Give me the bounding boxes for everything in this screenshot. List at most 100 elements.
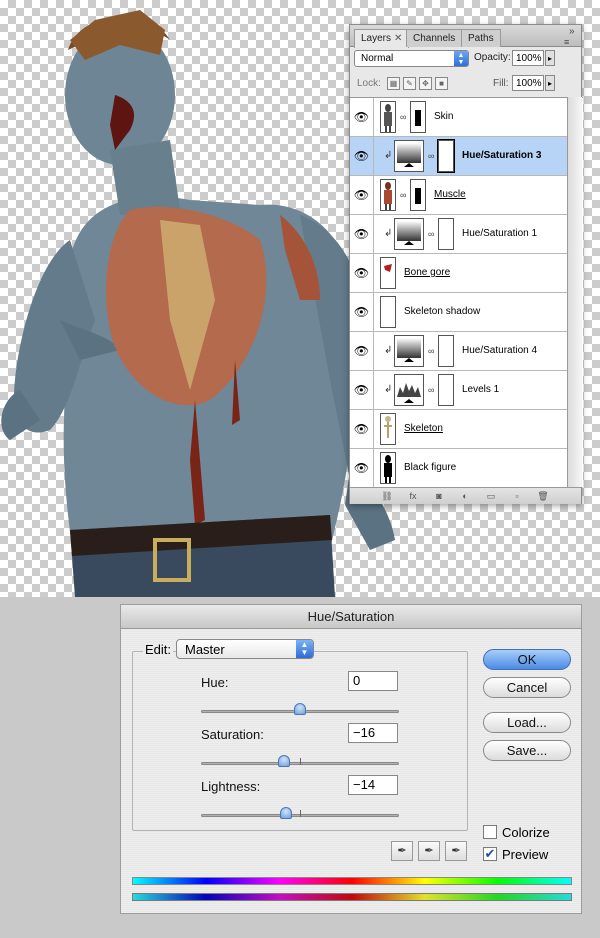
layer-row[interactable]: 👁 ↲ ∞ Hue/Saturation 3 xyxy=(350,137,567,176)
layer-row[interactable]: 👁 Skeleton xyxy=(350,410,567,449)
layer-name: Hue/Saturation 3 xyxy=(462,150,542,161)
input-color-spectrum xyxy=(132,877,572,885)
tab-layers[interactable]: Layers ✕ xyxy=(354,29,410,48)
saturation-slider-thumb[interactable] xyxy=(278,755,291,767)
layer-row[interactable]: 👁 ↲ ∞ Levels 1 xyxy=(350,371,567,410)
layer-row[interactable]: 👁 ↲ ∞ Hue/Saturation 1 xyxy=(350,215,567,254)
folder-icon[interactable]: ▭ xyxy=(484,490,498,502)
mask-link-icon[interactable]: ∞ xyxy=(428,385,434,395)
lock-image-icon[interactable]: ✎ xyxy=(403,77,416,90)
lightness-field[interactable]: −14 xyxy=(348,775,398,795)
lock-transparency-icon[interactable]: ▦ xyxy=(387,77,400,90)
mask-link-icon[interactable]: ∞ xyxy=(428,229,434,239)
save-button[interactable]: Save... xyxy=(483,740,571,761)
visibility-eye-icon[interactable]: 👁 xyxy=(350,449,374,487)
layer-thumbnail[interactable] xyxy=(380,257,396,289)
output-color-spectrum xyxy=(132,893,572,901)
opacity-field[interactable]: 100% xyxy=(512,50,544,66)
layer-mask-thumbnail[interactable] xyxy=(437,139,455,173)
layer-thumbnail[interactable] xyxy=(380,101,396,133)
layer-thumbnail[interactable] xyxy=(394,335,424,367)
new-layer-icon[interactable]: ▫ xyxy=(510,490,524,502)
hue-slider-thumb[interactable] xyxy=(294,703,306,715)
layer-mask-thumbnail[interactable] xyxy=(410,101,426,133)
layer-mask-thumbnail[interactable] xyxy=(438,335,454,367)
visibility-eye-icon[interactable]: 👁 xyxy=(350,332,374,370)
layer-thumbnail[interactable] xyxy=(380,179,396,211)
lock-position-icon[interactable]: ✥ xyxy=(419,77,432,90)
layer-thumbnail[interactable] xyxy=(394,218,424,250)
layer-thumbnail[interactable] xyxy=(394,140,424,172)
preview-checkbox[interactable]: ✔ xyxy=(483,847,497,861)
visibility-eye-icon[interactable]: 👁 xyxy=(350,293,374,331)
eyedropper-icon[interactable]: ✒ xyxy=(391,841,413,861)
lightness-label: Lightness: xyxy=(201,779,261,794)
visibility-eye-icon[interactable]: 👁 xyxy=(350,98,374,136)
clipping-arrow-icon: ↲ xyxy=(384,345,393,356)
trash-icon[interactable]: 🗑 xyxy=(536,490,550,502)
layer-list-scrollbar[interactable] xyxy=(567,97,582,487)
mask-link-icon[interactable]: ∞ xyxy=(400,112,406,122)
layer-name: Hue/Saturation 4 xyxy=(462,345,538,356)
close-tab-icon[interactable]: ✕ xyxy=(394,33,402,44)
mask-link-icon[interactable]: ∞ xyxy=(428,151,434,161)
saturation-center-tick xyxy=(300,758,301,765)
layer-mask-thumbnail[interactable] xyxy=(438,374,454,406)
layer-thumbnail[interactable] xyxy=(380,452,396,484)
edit-label: Edit: xyxy=(143,642,174,657)
layer-thumbnail[interactable] xyxy=(394,374,424,406)
panel-menu-icon[interactable]: ≡ xyxy=(564,37,569,47)
tab-channels[interactable]: Channels xyxy=(406,29,463,47)
edit-channel-select[interactable]: Master ▲ ▼ xyxy=(176,639,314,659)
colorize-checkbox[interactable] xyxy=(483,825,497,839)
updown-arrow-icon: ▲ ▼ xyxy=(454,51,468,66)
panel-collapse-icon[interactable]: » xyxy=(569,26,575,37)
layer-row[interactable]: 👁 Bone gore xyxy=(350,254,567,293)
cancel-button[interactable]: Cancel xyxy=(483,677,571,698)
mask-link-icon[interactable]: ∞ xyxy=(428,346,434,356)
saturation-field[interactable]: −16 xyxy=(348,723,398,743)
layer-row[interactable]: 👁 ↲ ∞ Hue/Saturation 4 xyxy=(350,332,567,371)
visibility-eye-icon[interactable]: 👁 xyxy=(350,215,374,253)
opacity-label: Opacity: xyxy=(474,52,511,63)
clipping-arrow-icon: ↲ xyxy=(384,384,393,395)
visibility-eye-icon[interactable]: 👁 xyxy=(350,176,374,214)
lightness-center-tick xyxy=(300,810,301,817)
lock-all-icon[interactable]: ■ xyxy=(435,77,448,90)
visibility-eye-icon[interactable]: 👁 xyxy=(350,137,374,175)
visibility-eye-icon[interactable]: 👁 xyxy=(350,410,374,448)
hue-field[interactable]: 0 xyxy=(348,671,398,691)
layer-row[interactable]: 👁 Black figure xyxy=(350,449,567,488)
mask-link-icon[interactable]: ∞ xyxy=(400,190,406,200)
layers-footer: ⛓ fx ◙ ◐ ▭ ▫ 🗑 xyxy=(350,487,581,504)
load-button[interactable]: Load... xyxy=(483,712,571,733)
eyedropper-minus-icon[interactable]: ✒ xyxy=(445,841,467,861)
lock-label: Lock: xyxy=(357,78,381,89)
layer-row[interactable]: 👁 Skeleton shadow xyxy=(350,293,567,332)
visibility-eye-icon[interactable]: 👁 xyxy=(350,371,374,409)
tab-paths[interactable]: Paths xyxy=(461,29,501,47)
adjustment-icon[interactable]: ◐ xyxy=(458,490,472,502)
blend-row: Normal ▲ ▼ Opacity: 100% ▸ xyxy=(350,48,583,72)
blend-mode-select[interactable]: Normal ▲ ▼ xyxy=(354,50,469,67)
layer-thumbnail[interactable] xyxy=(380,296,396,328)
layer-name: Skin xyxy=(434,111,454,122)
layer-row[interactable]: 👁 ∞ Skin xyxy=(350,98,567,137)
layer-name: Levels 1 xyxy=(462,384,500,395)
lightness-slider-thumb[interactable] xyxy=(280,807,293,819)
layer-mask-thumbnail[interactable] xyxy=(438,218,454,250)
ok-button[interactable]: OK xyxy=(483,649,571,670)
link-icon[interactable]: ⛓ xyxy=(380,490,394,502)
panel-tabbar: Layers ✕ Channels Paths » ≡ xyxy=(350,25,581,48)
fx-icon[interactable]: fx xyxy=(406,490,420,502)
opacity-arrow-icon[interactable]: ▸ xyxy=(545,50,555,66)
preview-label: Preview xyxy=(502,847,549,862)
mask-icon[interactable]: ◙ xyxy=(432,490,446,502)
layer-thumbnail[interactable] xyxy=(380,413,396,445)
eyedropper-plus-icon[interactable]: ✒ xyxy=(418,841,440,861)
layer-mask-thumbnail[interactable] xyxy=(410,179,426,211)
visibility-eye-icon[interactable]: 👁 xyxy=(350,254,374,292)
layer-row[interactable]: 👁 ∞ Muscle xyxy=(350,176,567,215)
fill-arrow-icon[interactable]: ▸ xyxy=(545,75,555,91)
fill-field[interactable]: 100% xyxy=(512,75,544,91)
